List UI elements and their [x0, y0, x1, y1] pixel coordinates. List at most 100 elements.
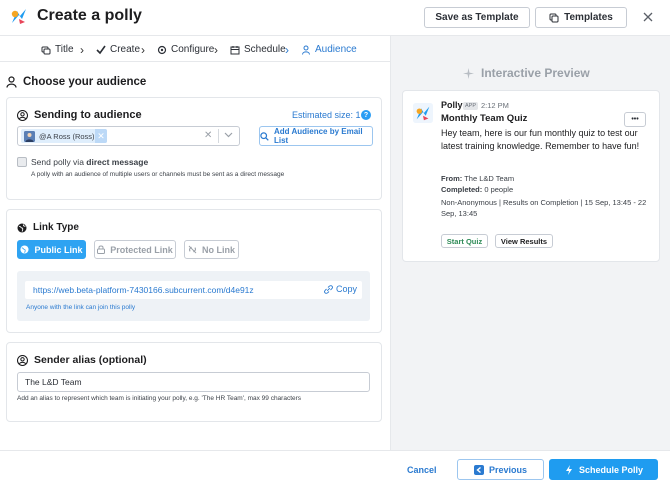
add-audience-email-label: Add Audience by Email List: [274, 127, 363, 145]
user-icon: [6, 76, 17, 88]
view-results-button[interactable]: View Results: [495, 234, 553, 248]
user-icon: [301, 45, 311, 55]
preview-completed: Completed: 0 people: [441, 185, 513, 194]
more-options-button[interactable]: •••: [624, 112, 646, 127]
copy-link-button[interactable]: Copy: [324, 284, 357, 294]
choose-audience-heading: Choose your audience: [6, 76, 146, 88]
no-link-label: No Link: [202, 244, 235, 255]
preview-completed-value: 0 people: [482, 185, 514, 194]
add-audience-email-button[interactable]: Add Audience by Email List: [259, 126, 373, 146]
direct-message-prefix: Send polly via: [31, 157, 87, 167]
chevron-down-icon[interactable]: [224, 132, 233, 138]
chevron-right-icon: ›: [141, 43, 145, 57]
previous-button[interactable]: Previous: [457, 459, 544, 480]
user-circle-icon: [17, 354, 28, 366]
sender-alias-input[interactable]: The L&D Team: [17, 372, 370, 392]
preview-app-name: Polly: [441, 100, 463, 110]
step-title[interactable]: Title: [41, 44, 74, 55]
globe-icon: [17, 223, 27, 233]
direct-message-hint: A polly with an audience of multiple use…: [31, 171, 285, 178]
templates-button[interactable]: Templates: [535, 7, 627, 28]
direct-message-label: Send polly via direct message: [31, 157, 148, 167]
sending-audience-heading: Sending to audience: [17, 109, 142, 121]
chevron-right-icon: ›: [80, 43, 84, 57]
preview-from-label: From:: [441, 174, 463, 183]
step-schedule[interactable]: Schedule: [230, 44, 286, 55]
save-as-template-button[interactable]: Save as Template: [424, 7, 530, 28]
title-icon: [41, 45, 51, 55]
link-icon: [324, 284, 333, 294]
audience-chip-label: @A Ross (Ross): [39, 131, 95, 141]
direct-message-bold: direct message: [86, 157, 149, 167]
more-options-label: •••: [631, 116, 639, 123]
preview-completed-label: Completed:: [441, 185, 483, 194]
polly-bolt-icon: [564, 464, 574, 475]
step-audience[interactable]: Audience: [301, 44, 357, 55]
public-link-label: Public Link: [34, 244, 83, 255]
step-create-label: Create: [110, 44, 141, 55]
polly-avatar-icon: [413, 103, 433, 123]
preview-heading: Interactive Preview: [463, 66, 590, 80]
step-title-label: Title: [55, 44, 74, 55]
direct-message-checkbox[interactable]: [17, 157, 27, 167]
globe-icon: [20, 245, 30, 254]
sparkle-icon: [463, 67, 474, 79]
protected-link-button[interactable]: Protected Link: [94, 240, 176, 259]
schedule-polly-button[interactable]: Schedule Polly: [549, 459, 658, 480]
sending-audience-label: Sending to audience: [34, 109, 142, 121]
preview-message: Hey team, here is our fun monthly quiz t…: [441, 128, 640, 151]
templates-icon: [549, 13, 559, 23]
chip-remove-icon[interactable]: ✕: [95, 129, 107, 143]
check-icon: [96, 45, 106, 55]
avatar: [24, 130, 35, 142]
select-divider: [218, 129, 219, 143]
schedule-polly-label: Schedule Polly: [578, 464, 644, 475]
preview-meta: Non-Anonymous | Results on Completion | …: [441, 198, 647, 218]
arrow-left-icon: [473, 464, 484, 475]
public-link-button[interactable]: Public Link: [17, 240, 86, 259]
start-quiz-button[interactable]: Start Quiz: [441, 234, 488, 248]
unlink-icon: [188, 245, 197, 254]
previous-label: Previous: [488, 464, 528, 475]
polly-logo-icon: [8, 5, 30, 27]
step-create[interactable]: Create: [96, 44, 140, 55]
sender-alias-label: Sender alias (optional): [34, 354, 147, 366]
sender-alias-value: The L&D Team: [25, 377, 82, 387]
preview-from: From: The L&D Team: [441, 174, 514, 183]
link-type-heading: Link Type: [17, 222, 79, 233]
lock-icon: [97, 245, 106, 254]
choose-audience-label: Choose your audience: [23, 76, 147, 88]
search-icon: [260, 131, 269, 141]
step-configure[interactable]: Configure: [157, 44, 214, 55]
preview-heading-label: Interactive Preview: [481, 66, 590, 80]
user-circle-icon: [17, 109, 28, 121]
calendar-icon: [230, 45, 240, 55]
chevron-right-icon: ›: [285, 43, 289, 57]
clear-selection-icon[interactable]: ✕: [204, 130, 212, 141]
step-audience-label: Audience: [315, 44, 357, 55]
link-type-label: Link Type: [33, 222, 79, 233]
step-configure-label: Configure: [171, 44, 215, 55]
sender-alias-hint: Add an alias to represent which team is …: [17, 395, 302, 402]
no-link-button[interactable]: No Link: [184, 240, 239, 259]
gear-icon: [157, 45, 167, 55]
view-results-label: View Results: [500, 236, 548, 246]
page-title: Create a polly: [37, 7, 142, 24]
cancel-button[interactable]: Cancel: [407, 465, 437, 475]
step-schedule-label: Schedule: [244, 44, 286, 55]
protected-link-label: Protected Link: [110, 244, 173, 255]
public-link-url[interactable]: https://web.beta-platform-7430166.subcur…: [33, 285, 254, 295]
chevron-right-icon: ›: [214, 43, 218, 57]
estimated-size: Estimated size: 1: [292, 110, 361, 120]
start-quiz-label: Start Quiz: [446, 236, 483, 246]
preview-poll-title: Monthly Team Quiz: [441, 113, 528, 124]
preview-app-badge: APP: [463, 102, 479, 110]
templates-label: Templates: [564, 12, 613, 23]
preview-time: 2:12 PM: [481, 101, 509, 110]
public-link-hint: Anyone with the link can join this polly: [26, 304, 136, 311]
close-icon[interactable]: [642, 11, 654, 23]
sender-alias-heading: Sender alias (optional): [17, 354, 147, 366]
help-icon[interactable]: ?: [361, 110, 371, 120]
preview-from-value: The L&D Team: [462, 174, 515, 183]
copy-link-label: Copy: [336, 284, 358, 294]
